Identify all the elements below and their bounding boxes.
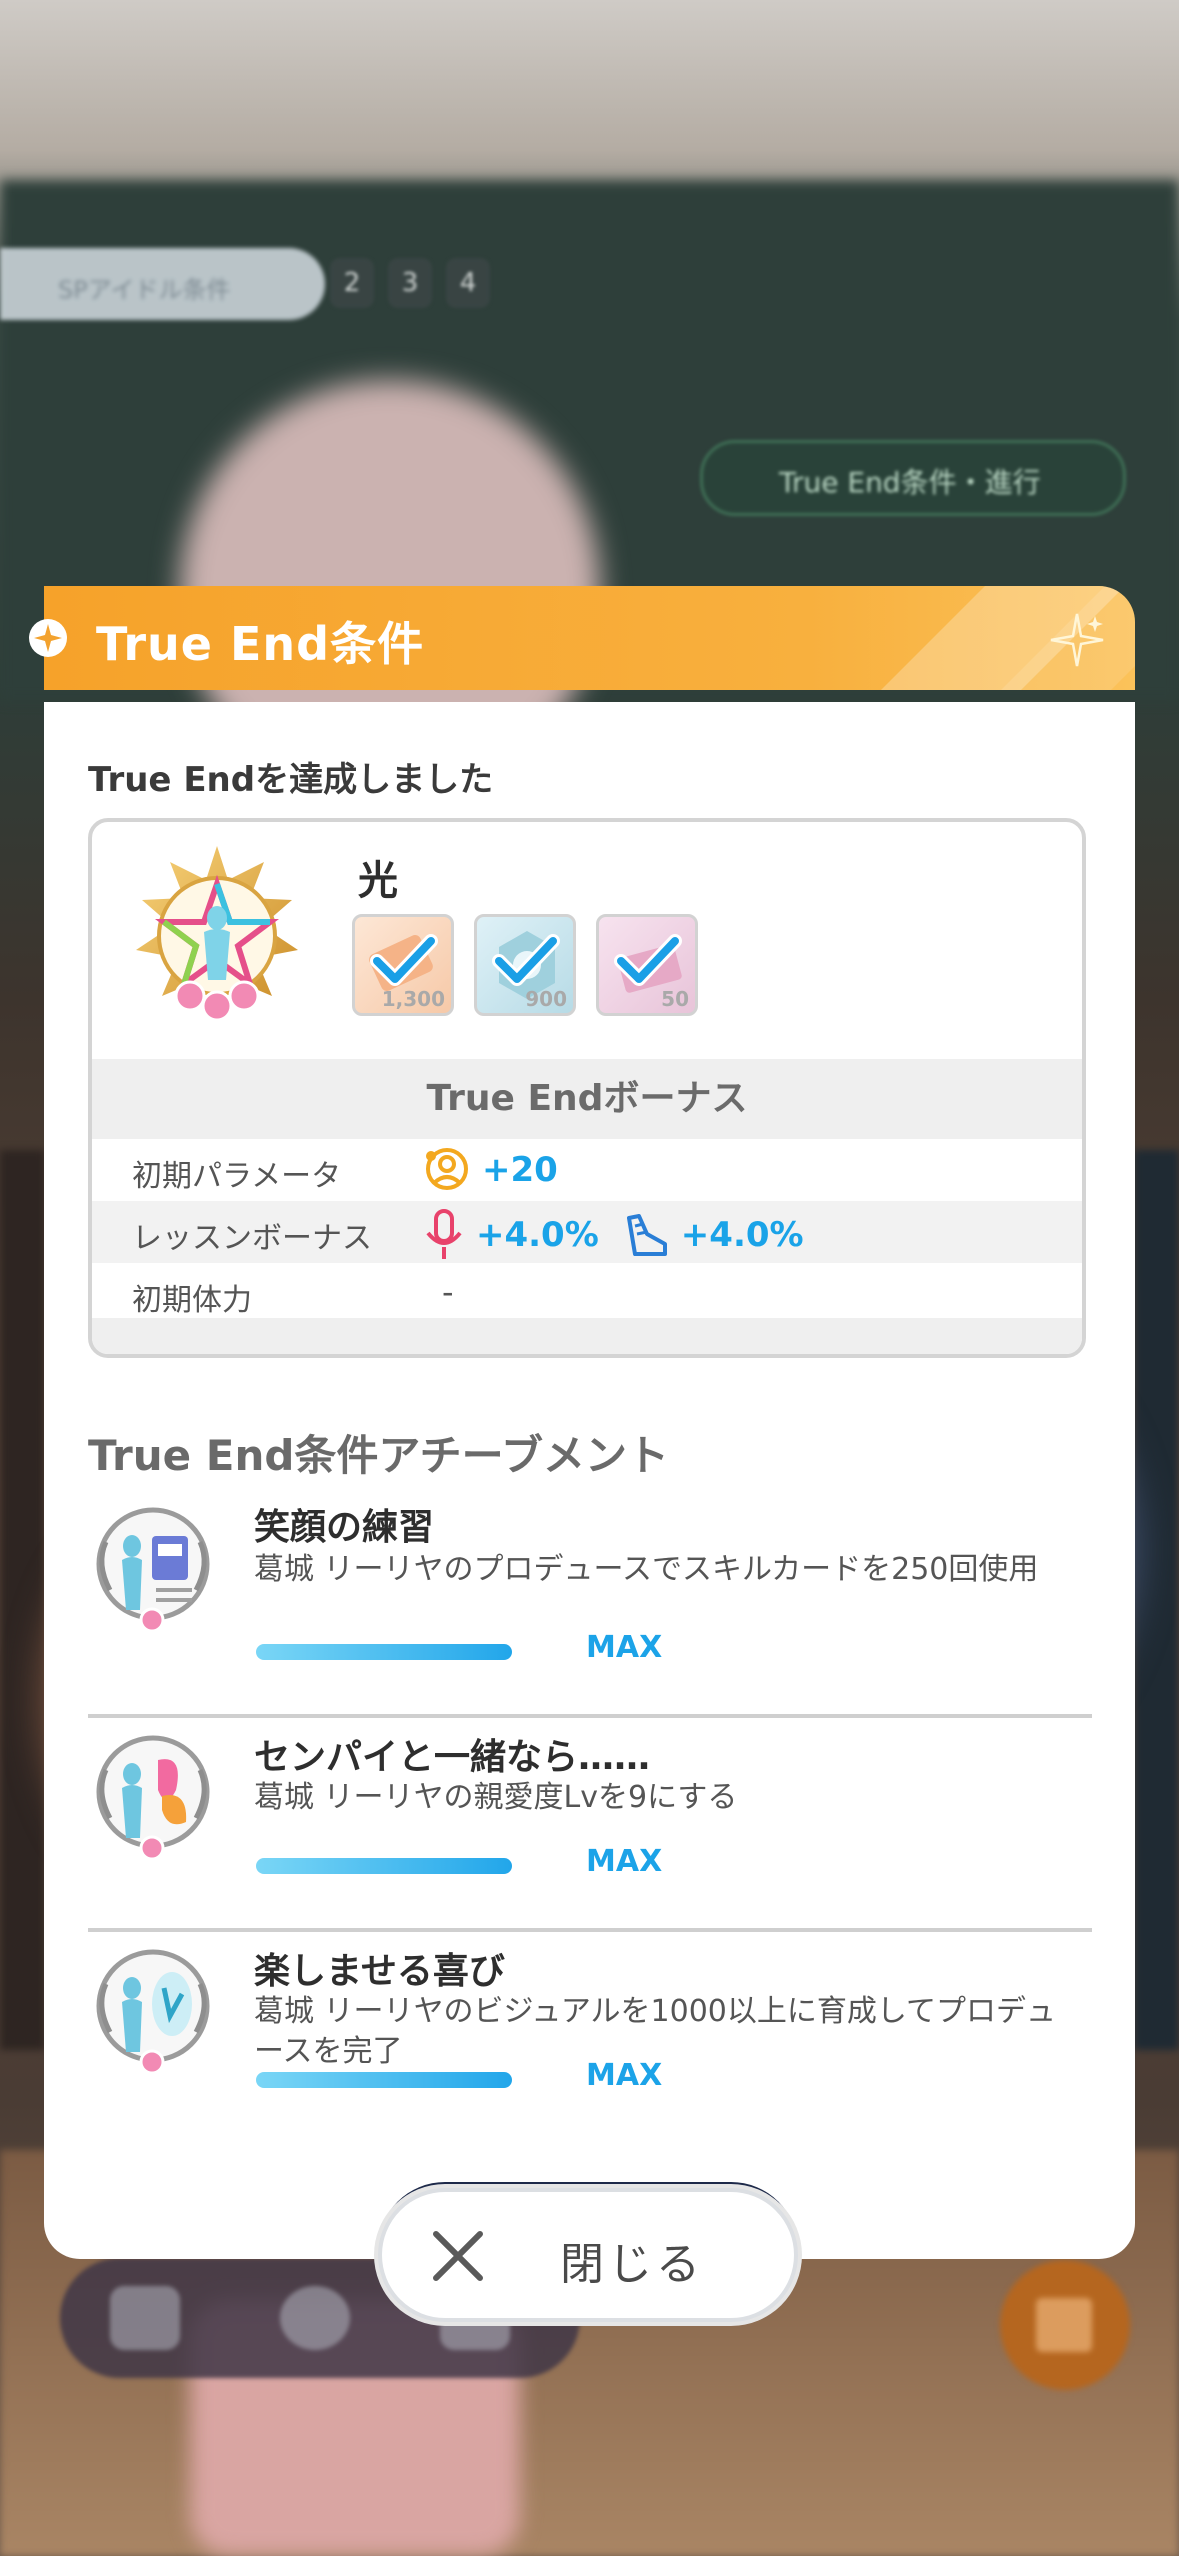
bonus-label: レッスンボーナス [132, 1221, 372, 1256]
achievement-visual-icon [96, 1949, 210, 2074]
achievement-progress-bar [256, 2072, 512, 2088]
all-param-icon [426, 1148, 468, 1190]
bg-step-indicator: 234 [330, 258, 490, 308]
dialog-body: True Endを達成しました 光 1,300 900 50 True Endボ… [44, 702, 1135, 2259]
close-icon [433, 2231, 483, 2281]
achievement-description: 葛城 リーリヤの親愛度Lvを9にする [254, 1780, 738, 1815]
bonus-row-lesson: レッスンボーナス +4.0% +4.0% [92, 1201, 1082, 1263]
reward-item[interactable]: 50 [596, 914, 698, 1016]
achievement-skill-card-icon [96, 1507, 210, 1632]
true-end-dialog: True End条件 True Endを達成しました 光 1,300 900 5… [29, 586, 1135, 2259]
bg-idol-condition-pill: SPアイドル条件 [0, 248, 325, 320]
dialog-header: True End条件 [44, 586, 1135, 690]
achievement-name: 笑顔の練習 [254, 1507, 435, 1548]
bonus-value: +20 [482, 1150, 558, 1190]
close-button-label: 閉じる [560, 2239, 704, 2290]
achieved-message: True Endを達成しました [88, 760, 494, 800]
achievement-item[interactable]: センパイと一緒なら…… 葛城 リーリヤの親愛度Lvを9にする MAX [88, 1716, 1092, 1906]
reward-items: 1,300 900 50 [352, 914, 698, 1016]
achievement-progress-bar [256, 1644, 512, 1660]
achievement-name: センパイと一緒なら…… [254, 1737, 651, 1778]
achievement-item[interactable]: 笑顔の練習 葛城 リーリヤのプロデュースでスキルカードを250回使用 MAX [88, 1502, 1092, 1692]
sparkle-icon [1050, 613, 1104, 667]
dance-shoe-icon [626, 1214, 667, 1256]
achievement-status: MAX [586, 2058, 663, 2093]
true-end-medal-icon [136, 846, 298, 1022]
reward-item[interactable]: 1,300 [352, 914, 454, 1016]
bonus-label: 初期パラメータ [132, 1159, 342, 1194]
close-button[interactable]: 閉じる [378, 2188, 798, 2322]
star-ornament-icon [29, 619, 67, 657]
achievement-name: 楽しませる喜び [254, 1951, 505, 1992]
bg-menu-button [1000, 2260, 1130, 2390]
item-count: 900 [525, 987, 567, 1011]
item-count: 1,300 [381, 987, 445, 1011]
bonus-row-initial-stamina: 初期体力 - [92, 1263, 1082, 1325]
bonus-value-empty: - [442, 1273, 454, 1311]
achievements-heading: True End条件アチーブメント [88, 1431, 670, 1480]
bonus-label: 初期体力 [132, 1283, 252, 1318]
achievement-progress-bar [256, 1858, 512, 1874]
achievement-description: 葛城 リーリヤのプロデュースでスキルカードを250回使用 [254, 1552, 1039, 1587]
bonus-value: +4.0% [476, 1215, 599, 1255]
check-icon [370, 934, 438, 986]
check-icon [614, 934, 682, 986]
produce-result-card: 光 1,300 900 50 True Endボーナス 初期パラメータ +20 … [88, 818, 1086, 1358]
check-icon [492, 934, 560, 986]
bonus-heading: True Endボーナス [92, 1059, 1082, 1139]
item-count: 50 [661, 987, 689, 1011]
achievement-status: MAX [586, 1844, 663, 1879]
achievement-affection-icon [96, 1735, 210, 1860]
dialog-title: True End条件 [96, 617, 425, 671]
bonus-row-initial-params: 初期パラメータ +20 [92, 1139, 1082, 1201]
achievement-status: MAX [586, 1630, 663, 1665]
bonus-value: +4.0% [680, 1215, 804, 1255]
reward-item[interactable]: 900 [474, 914, 576, 1016]
bg-true-end-chip: True End条件・進行 [700, 440, 1126, 516]
vocal-mic-icon [426, 1209, 462, 1259]
achievement-item[interactable]: 楽しませる喜び 葛城 リーリヤのビジュアルを1000以上に育成してプロデュースを… [88, 1930, 1092, 2120]
achievement-description: 葛城 リーリヤのビジュアルを1000以上に育成してプロデュースを完了 [254, 1994, 1056, 2069]
produce-title: 光 [358, 858, 398, 904]
